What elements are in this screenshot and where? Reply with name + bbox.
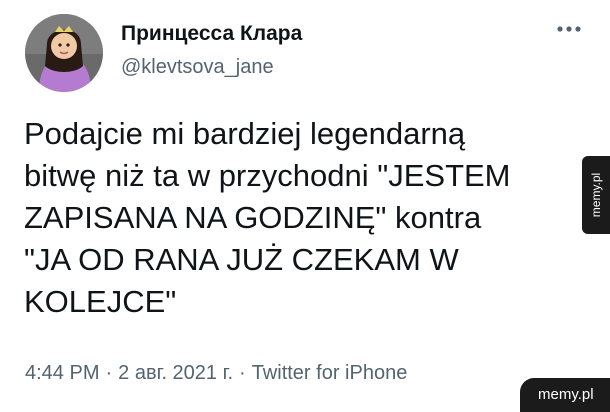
tweet-text-line: ZAPISANA NA GODZINĘ" kontra — [24, 200, 482, 235]
tweet-text-line: KOLEJCE" — [24, 284, 177, 319]
author-display-name[interactable]: Принцесса Клара — [121, 22, 302, 46]
tweet-text-line: Podajcie mi bardziej legendarną — [24, 116, 466, 151]
tweet-source[interactable]: Twitter for iPhone — [252, 362, 408, 384]
tweet-metadata: 4:44 PM · 2 авг. 2021 г. · Twitter for iPhon… — [25, 362, 407, 385]
author-handle[interactable]: @klevtsova_jane — [121, 56, 274, 79]
corner-watermark-label: memy.pl — [538, 386, 594, 403]
separator: · — [239, 362, 246, 384]
avatar[interactable] — [25, 14, 103, 92]
tweet-time[interactable]: 4:44 PM — [25, 362, 99, 384]
tweet-text: Podajcie mi bardziej legendarną bitwę ni… — [24, 113, 610, 323]
tweet-text-line: bitwę niż ta w przychodni "JESTEM — [24, 158, 511, 193]
tweet-text-line: "JA OD RANA JUŻ CZEKAM W — [24, 242, 459, 277]
more-options-icon[interactable] — [556, 24, 582, 34]
tweet-date[interactable]: 2 авг. 2021 г. — [118, 362, 233, 384]
corner-watermark: memy.pl — [520, 378, 610, 412]
avatar-image — [25, 14, 103, 92]
side-watermark: memy.pl — [582, 156, 610, 234]
separator: · — [105, 362, 113, 384]
side-watermark-label: memy.pl — [589, 172, 603, 218]
